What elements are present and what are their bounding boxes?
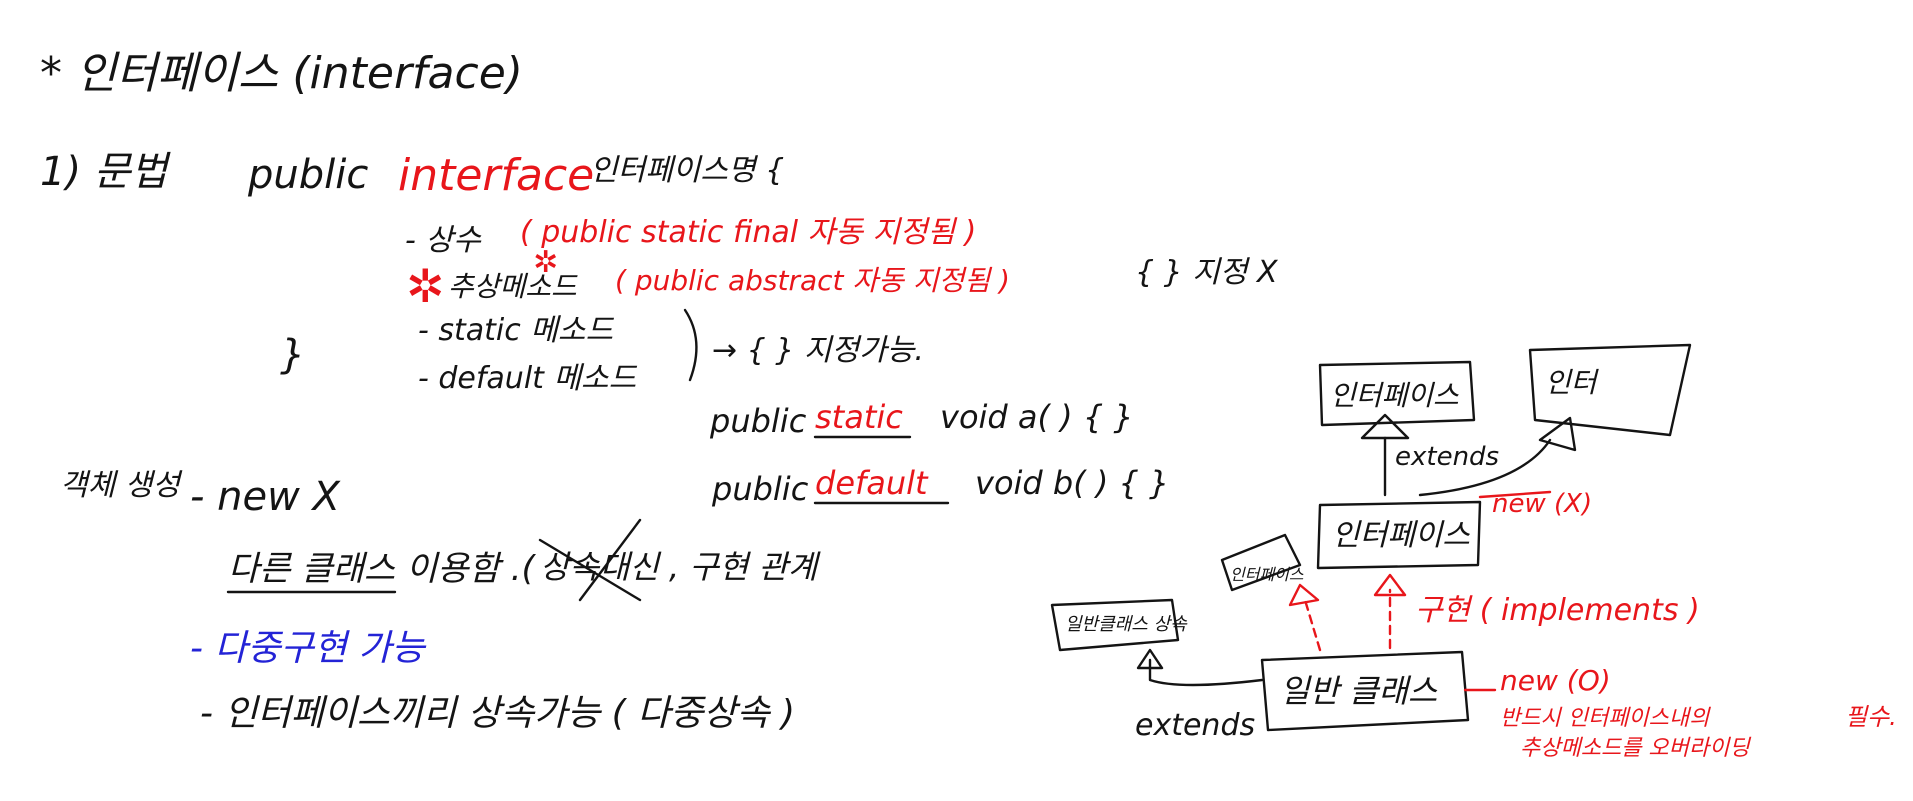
constant-item: - 상수 (405, 223, 482, 258)
static-method-item: - static 메소드 (418, 313, 614, 348)
other-class-line: 다른 클래스 이용함 .( (228, 549, 536, 589)
syntax-label: 1) 문법 (40, 149, 172, 195)
constant-note: ( public static final 자동 지정됨 ) (520, 215, 976, 250)
features-label: 객체 생성 (60, 468, 183, 503)
closing-brace: } (280, 332, 305, 378)
interface-box-center: 인터페이스 (1332, 518, 1470, 553)
triangle-arrowhead-icon (1288, 583, 1320, 607)
new-not-allowed: - new X (190, 474, 342, 520)
abstract-side-note: { } 지정 X (1135, 255, 1279, 290)
implements-label: 구현 ( implements ) (1415, 593, 1700, 628)
extends-label-top: extends (1395, 442, 1499, 472)
interface-name-brace: 인터페이스명 { (590, 153, 784, 188)
other-class-rest: 대신 , 구현 관계 (600, 548, 821, 586)
whiteboard-canvas: * 인터페이스 (interface) 1) 문법 public interfa… (0, 0, 1913, 796)
default-example-rest: void b( ) { } (975, 464, 1169, 502)
star-icon: ✲ (406, 259, 445, 313)
bracket-line (683, 308, 698, 382)
body-allowed-note: → { } 지정가능. (712, 333, 924, 368)
general-class-box: 일반 클래스 (1280, 672, 1438, 710)
interface-keyword: interface (398, 150, 594, 201)
note-line-2: 추상메소드를 오버라이딩 (1520, 736, 1751, 761)
public-keyword: public (247, 152, 368, 198)
abstract-method-note: ( public abstract 자동 지정됨 ) (615, 264, 1010, 297)
multi-inheritance: - 인터페이스끼리 상속가능 ( 다중상속 ) (200, 693, 795, 734)
notes-svg: * 인터페이스 (interface) 1) 문법 public interfa… (40, 48, 1897, 761)
note-line-1: 반드시 인터페이스내의 (1500, 706, 1711, 731)
note-line-3: 필수. (1845, 703, 1897, 731)
interface-box-top-right: 인터 (1545, 366, 1600, 399)
extends-label-bottom: extends (1135, 708, 1255, 743)
static-example-rest: void a( ) { } (940, 398, 1134, 436)
inherit-struck: 상속 (540, 548, 600, 586)
default-method-item: - default 메소드 (418, 361, 638, 396)
new-allowed-label: new (O) (1500, 664, 1611, 697)
extends-arrow (1148, 658, 1264, 687)
default-example-public: public (711, 470, 809, 508)
abstract-method-item: 추상메소드 (448, 270, 578, 303)
static-example-keyword: static (815, 398, 903, 436)
triangle-arrowhead-icon (1360, 413, 1410, 440)
static-example-public: public (709, 402, 807, 440)
parent-class-box: 일반클래스 상속 (1065, 614, 1188, 635)
page-title: * 인터페이스 (interface) (40, 48, 523, 99)
implements-arrow (1303, 598, 1322, 652)
interface-box-top-left: 인터페이스 (1330, 379, 1459, 412)
interface-box-small: 인터페이스 (1230, 565, 1304, 584)
default-example-keyword: default (815, 464, 929, 502)
multi-implementation: - 다중구현 가능 (190, 628, 426, 669)
